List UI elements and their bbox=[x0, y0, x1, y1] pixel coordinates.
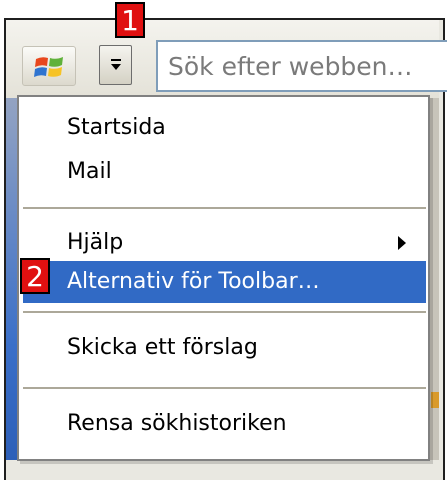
menu-item-label: Alternativ för Toolbar… bbox=[67, 269, 320, 294]
toolbar-logo-button[interactable] bbox=[22, 46, 76, 86]
search-input[interactable] bbox=[156, 40, 447, 92]
menu-item-clear-search-history[interactable]: Rensa sökhistoriken bbox=[23, 403, 426, 445]
step-badge-1: 1 bbox=[115, 2, 145, 38]
menu-item-mail[interactable]: Mail bbox=[23, 151, 426, 193]
menu-separator bbox=[23, 387, 426, 389]
menu-item-send-suggestion[interactable]: Skicka ett förslag bbox=[23, 327, 426, 369]
menu-item-toolbar-options[interactable]: Alternativ för Toolbar… bbox=[23, 261, 426, 303]
step-badge-2: 2 bbox=[20, 258, 50, 294]
windows-flag-icon bbox=[34, 57, 63, 77]
menu-item-label: Mail bbox=[67, 159, 112, 184]
menu-item-label: Startsida bbox=[67, 115, 166, 140]
menu-item-hjalp[interactable]: Hjälp bbox=[23, 222, 426, 264]
toolbar-dropdown-button[interactable] bbox=[99, 45, 132, 85]
menu-item-label: Hjälp bbox=[67, 230, 124, 255]
toolbar-options-menu: Startsida Mail Hjälp Alternativ för Tool… bbox=[17, 95, 430, 461]
menu-item-label: Rensa sökhistoriken bbox=[67, 411, 287, 436]
menu-item-startsida[interactable]: Startsida bbox=[23, 107, 426, 149]
chevron-down-icon-bar bbox=[111, 59, 121, 61]
chevron-down-icon bbox=[111, 64, 121, 70]
menu-separator bbox=[23, 207, 426, 209]
menu-item-label: Skicka ett förslag bbox=[67, 335, 258, 360]
background-window-mark bbox=[431, 392, 439, 408]
menu-separator bbox=[23, 311, 426, 313]
chevron-right-icon bbox=[398, 236, 406, 250]
